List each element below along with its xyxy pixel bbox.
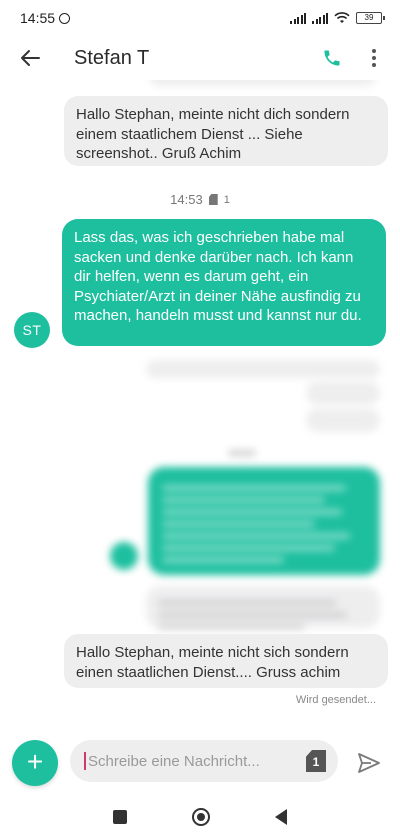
blurred-outgoing-message: [148, 467, 380, 575]
notification-icon: [59, 12, 71, 24]
incoming-message[interactable]: Hallo Stephan, meinte nicht sich sondern…: [64, 634, 388, 688]
app-bar: Stefan T: [0, 36, 400, 80]
blurred-timestamp: [228, 450, 256, 456]
signal-icon: [290, 12, 306, 24]
blurred-message: [306, 381, 380, 405]
more-vert-icon: [372, 49, 376, 67]
signal-icon-2: [312, 12, 328, 24]
plus-icon: +: [26, 746, 44, 777]
status-bar: 14:55 39: [0, 0, 400, 36]
sending-status: Wird gesendet...: [295, 694, 376, 706]
avatar[interactable]: ST: [14, 312, 50, 348]
call-button[interactable]: [310, 36, 354, 80]
conversation-title: Stefan T: [74, 46, 150, 69]
more-options-button[interactable]: [354, 36, 394, 80]
incoming-message[interactable]: Hallo Stephan, meinte nicht dich sondern…: [64, 96, 388, 166]
status-right: 39: [290, 12, 385, 24]
send-button[interactable]: [354, 748, 384, 778]
outgoing-message[interactable]: Lass das, was ich geschrieben habe mal s…: [62, 219, 386, 346]
message-text: Hallo Stephan, meinte nicht dich sondern…: [76, 106, 350, 162]
message-text: Lass das, was ich geschrieben habe mal s…: [74, 229, 362, 324]
nav-back-button[interactable]: [275, 809, 288, 825]
sim-card-icon: [208, 194, 218, 205]
blurred-message-top: [150, 80, 376, 86]
timestamp-sim: 1: [223, 193, 230, 206]
recent-apps-button[interactable]: [112, 810, 127, 824]
message-input[interactable]: [88, 752, 288, 770]
compose-bar: + 1: [0, 732, 400, 794]
back-button[interactable]: [2, 36, 58, 80]
sim-card-icon[interactable]: 1: [306, 750, 326, 772]
blurred-avatar: [110, 542, 138, 570]
add-attachment-button[interactable]: +: [12, 740, 58, 786]
blurred-message: [306, 408, 380, 432]
status-time: 14:55: [20, 10, 56, 26]
text-cursor: [84, 752, 86, 770]
phone-icon: [324, 50, 340, 66]
status-left: 14:55: [20, 10, 71, 26]
blurred-message: [146, 360, 380, 378]
send-icon: [358, 753, 380, 773]
home-button[interactable]: [191, 808, 210, 826]
timestamp-time: 14:53: [170, 192, 203, 207]
message-text: Hallo Stephan, meinte nicht sich sondern…: [76, 644, 349, 681]
wifi-icon: [334, 12, 350, 23]
message-list[interactable]: Hallo Stephan, meinte nicht dich sondern…: [0, 80, 400, 732]
blurred-incoming-message: [146, 586, 380, 630]
system-nav-bar: [0, 794, 400, 840]
arrow-back-icon: [21, 50, 40, 66]
message-input-container[interactable]: 1: [70, 740, 338, 782]
battery-icon: 39: [356, 12, 385, 24]
message-timestamp: 14:53 1: [0, 192, 400, 207]
